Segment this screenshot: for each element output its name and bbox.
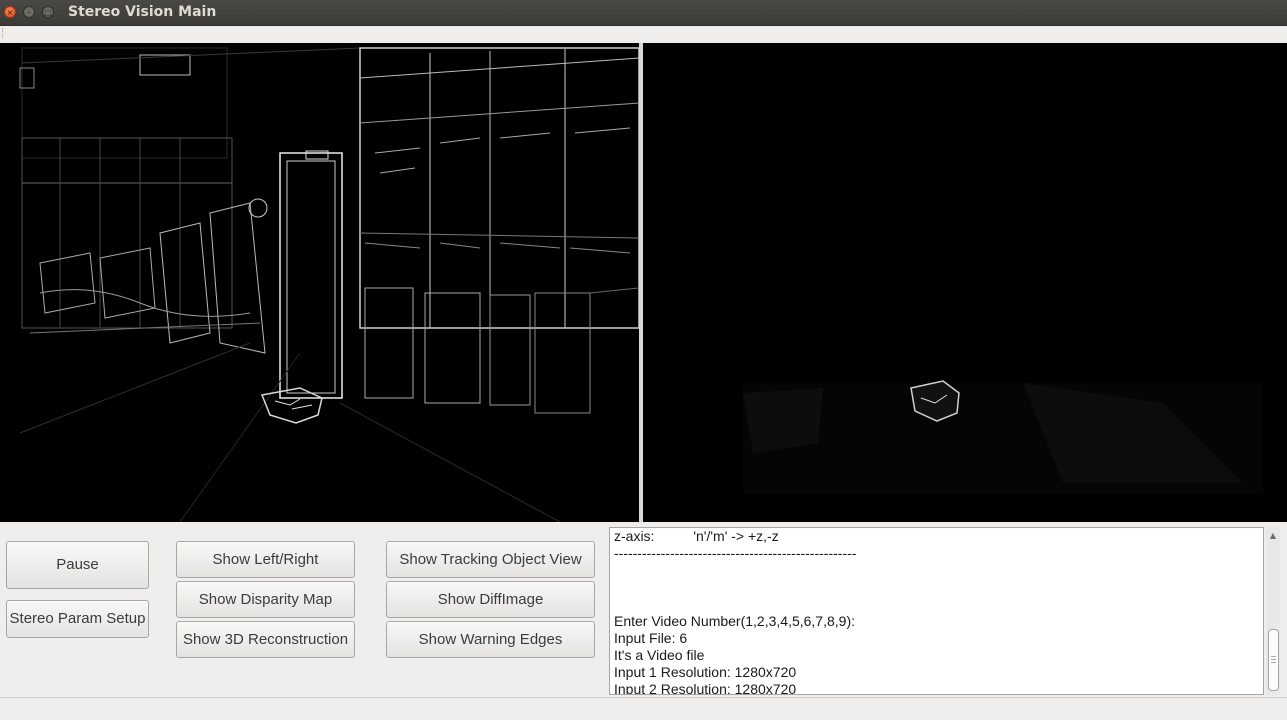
console-scrollbar[interactable]: ▲ [1266, 527, 1280, 695]
maximize-icon[interactable]: □ [42, 6, 54, 18]
pause-button[interactable]: Pause [6, 541, 149, 589]
show-left-right-button[interactable]: Show Left/Right [176, 541, 355, 578]
console-lines: z-axis: 'n'/'m' -> +z,-z ---------------… [614, 528, 857, 695]
scroll-thumb[interactable] [1268, 629, 1279, 691]
menu-bar [0, 26, 1287, 42]
minimize-icon[interactable]: – [23, 6, 35, 18]
console-line: Input File: 6 [614, 630, 688, 646]
close-icon[interactable]: × [4, 6, 16, 18]
scroll-up-icon[interactable]: ▲ [1266, 529, 1280, 543]
left-camera-view [0, 43, 639, 522]
console-line: z-axis: 'n'/'m' -> +z,-z [614, 528, 779, 544]
show-disparity-map-button[interactable]: Show Disparity Map [176, 581, 355, 618]
console-output[interactable]: z-axis: 'n'/'m' -> +z,-z ---------------… [609, 527, 1264, 695]
disparity-view [643, 43, 1287, 522]
show-3d-reconstruction-button[interactable]: Show 3D Reconstruction [176, 621, 355, 658]
console-line: Input 1 Resolution: 1280x720 [614, 664, 797, 680]
show-diffimage-button[interactable]: Show DiffImage [386, 581, 595, 618]
toolbar-grip[interactable] [2, 28, 6, 38]
stereo-param-setup-button[interactable]: Stereo Param Setup [6, 600, 149, 638]
console-line: It's a Video file [614, 647, 705, 663]
show-tracking-object-view-button[interactable]: Show Tracking Object View [386, 541, 595, 578]
title-bar: × – □ Stereo Vision Main [0, 0, 1287, 26]
status-bar [0, 697, 1287, 720]
show-warning-edges-button[interactable]: Show Warning Edges [386, 621, 595, 658]
console-line: Input 2 Resolution: 1280x720 [614, 681, 797, 695]
window-title: Stereo Vision Main [68, 4, 217, 20]
console-line: ----------------------------------------… [614, 545, 857, 561]
console-line: Enter Video Number(1,2,3,4,5,6,7,8,9): [614, 613, 855, 629]
